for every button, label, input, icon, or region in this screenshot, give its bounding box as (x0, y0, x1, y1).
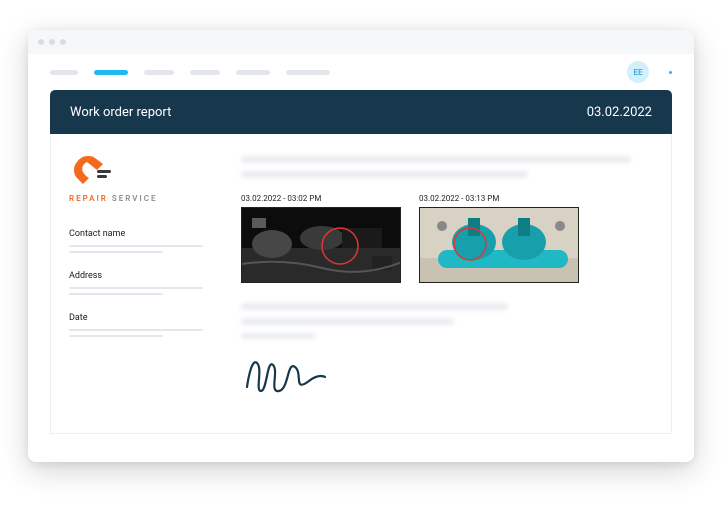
field-value-placeholder (69, 251, 163, 253)
window-titlebar (28, 30, 694, 54)
body-text-placeholder (241, 171, 528, 178)
report-date: 03.02.2022 (587, 105, 652, 120)
photo-block: 03.02.2022 - 03:02 PM (241, 194, 401, 283)
nav-item[interactable] (144, 70, 174, 75)
body-text-placeholder (241, 303, 508, 310)
signature-icon (241, 351, 331, 399)
photo-timestamp: 03.02.2022 - 03:13 PM (419, 194, 579, 203)
window-control-dot (60, 39, 66, 45)
company-logo: REPAIR SERVICE (69, 156, 203, 203)
user-avatar[interactable]: EE (627, 61, 649, 83)
nav-item[interactable] (50, 70, 78, 75)
field-label: Address (69, 271, 203, 281)
body-text-placeholder (241, 156, 631, 163)
window-control-dot (49, 39, 55, 45)
field-label: Date (69, 313, 203, 323)
signature (241, 351, 651, 403)
logo-text: REPAIR SERVICE (69, 194, 157, 203)
report-title: Work order report (70, 105, 171, 120)
field-date: Date (69, 313, 203, 337)
field-address: Address (69, 271, 203, 295)
report-body: REPAIR SERVICE Contact name Address Date (50, 134, 672, 434)
field-value-placeholder (69, 287, 203, 289)
photo-timestamp: 03.02.2022 - 03:02 PM (241, 194, 401, 203)
engine-photo[interactable] (241, 207, 401, 283)
photo-block: 03.02.2022 - 03:13 PM (419, 194, 579, 283)
top-nav: EE (28, 54, 694, 90)
pump-photo[interactable] (419, 207, 579, 283)
app-window: EE Work order report 03.02.2022 REPAIR S… (28, 30, 694, 462)
signature-name-placeholder (241, 333, 315, 339)
content-area: Work order report 03.02.2022 REPAIR SERV… (28, 90, 694, 462)
report-header: Work order report 03.02.2022 (50, 90, 672, 134)
report-main: 03.02.2022 - 03:02 PM (221, 134, 671, 433)
nav-item-active[interactable] (94, 70, 128, 75)
field-value-placeholder (69, 335, 163, 337)
window-control-dot (38, 39, 44, 45)
notification-dot (669, 71, 672, 74)
nav-item[interactable] (286, 70, 330, 75)
nav-item[interactable] (190, 70, 220, 75)
avatar-initials: EE (633, 68, 642, 77)
field-value-placeholder (69, 293, 163, 295)
wrench-icon (69, 156, 113, 190)
photo-row: 03.02.2022 - 03:02 PM (241, 194, 651, 283)
nav-item[interactable] (236, 70, 270, 75)
field-value-placeholder (69, 245, 203, 247)
field-label: Contact name (69, 229, 203, 239)
field-value-placeholder (69, 329, 203, 331)
field-contact-name: Contact name (69, 229, 203, 253)
report-sidebar: REPAIR SERVICE Contact name Address Date (51, 134, 221, 433)
body-text-placeholder (241, 318, 454, 325)
